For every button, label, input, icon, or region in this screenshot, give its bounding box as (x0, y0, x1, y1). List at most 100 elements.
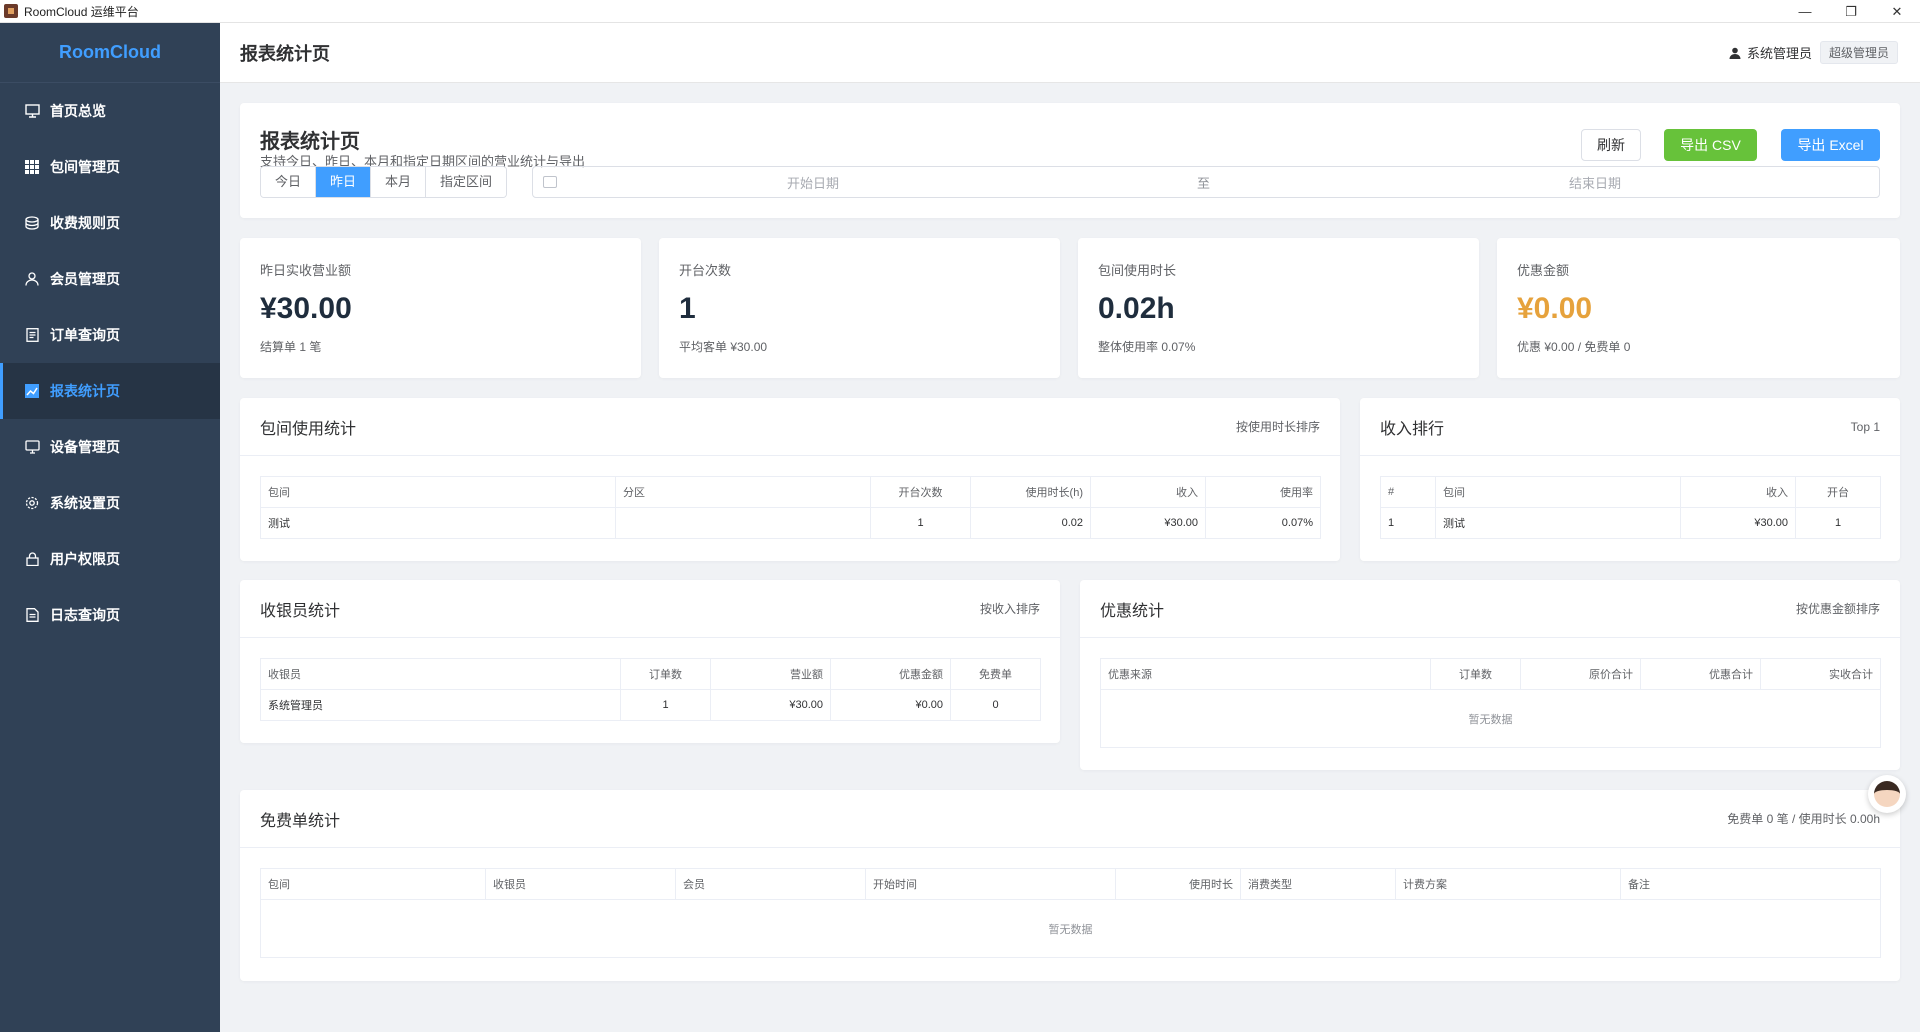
page-title: 报表统计页 (240, 43, 330, 64)
sidebar-item-devices[interactable]: 设备管理页 (0, 419, 220, 475)
column-header[interactable]: 原价合计 (1520, 658, 1641, 690)
column-header[interactable]: 收入 (1680, 476, 1796, 508)
sidebar-item-settings[interactable]: 系统设置页 (0, 475, 220, 531)
range-yesterday-button[interactable]: 昨日 (316, 167, 372, 197)
column-header[interactable]: 优惠合计 (1640, 658, 1761, 690)
export-excel-button[interactable]: 导出 Excel (1781, 129, 1880, 161)
table-header-row: 收银员 订单数 营业额 优惠金额 免费单 (260, 658, 1041, 690)
column-header[interactable]: 订单数 (620, 658, 711, 690)
column-header[interactable]: 实收合计 (1760, 658, 1881, 690)
table-cell: 0.02 (970, 507, 1091, 539)
column-header[interactable]: 包间 (260, 868, 486, 900)
end-date-input[interactable]: 结束日期 (1569, 173, 1621, 192)
stat-footnote: 整体使用率 0.07% (1098, 340, 1196, 354)
column-header[interactable]: 收银员 (260, 658, 621, 690)
column-header[interactable]: 营业额 (710, 658, 831, 690)
log-icon (24, 607, 40, 623)
sidebar-item-label: 收费规则页 (50, 215, 120, 231)
chart-icon (24, 383, 40, 399)
table-cell: 1 (870, 507, 971, 539)
sort-label[interactable]: 按收入排序 (980, 600, 1040, 617)
column-header[interactable]: 使用时长(h) (970, 476, 1091, 508)
column-header[interactable]: 收入 (1090, 476, 1206, 508)
grid-icon (24, 159, 40, 175)
column-header[interactable]: 订单数 (1430, 658, 1521, 690)
stat-value: 0.02h (1098, 292, 1175, 325)
sidebar-item-members[interactable]: 会员管理页 (0, 251, 220, 307)
sidebar-item-permissions[interactable]: 用户权限页 (0, 531, 220, 587)
sidebar-item-orders[interactable]: 订单查询页 (0, 307, 220, 363)
close-button[interactable]: ✕ (1874, 0, 1920, 23)
table-cell: ¥30.00 (1090, 507, 1206, 539)
column-header[interactable]: 计费方案 (1395, 868, 1621, 900)
panel-title: 优惠统计 (1100, 602, 1165, 620)
empty-text: 暂无数据 (1100, 689, 1881, 748)
stat-value: ¥0.00 (1517, 292, 1593, 325)
free-orders-summary: 免费单 0 笔 / 使用时长 0.00h (1727, 812, 1880, 826)
column-header[interactable]: 使用时长 (1115, 868, 1241, 900)
user-menu[interactable]: 系统管理员 超级管理员 (1729, 41, 1898, 64)
table-row[interactable]: 系统管理员 1 ¥30.00 ¥0.00 0 (260, 689, 1041, 721)
column-header[interactable]: 开台次数 (870, 476, 971, 508)
range-today-button[interactable]: 今日 (261, 167, 317, 197)
user-icon (24, 271, 40, 287)
sidebar-item-label: 首页总览 (50, 103, 106, 119)
stat-footnote: 优惠 ¥0.00 / 免费单 0 (1517, 340, 1631, 354)
sidebar-item-logs[interactable]: 日志查询页 (0, 587, 220, 643)
stat-label: 开台次数 (679, 263, 732, 278)
export-csv-button[interactable]: 导出 CSV (1664, 129, 1757, 161)
column-header[interactable]: 分区 (615, 476, 871, 508)
table-cell: 系统管理员 (260, 689, 621, 721)
sidebar-item-label: 订单查询页 (50, 327, 120, 343)
column-header[interactable]: 消费类型 (1240, 868, 1396, 900)
start-date-input[interactable]: 开始日期 (787, 173, 839, 192)
range-custom-button[interactable]: 指定区间 (426, 167, 507, 197)
column-header[interactable]: 开始时间 (865, 868, 1116, 900)
column-header[interactable]: 备注 (1620, 868, 1881, 900)
panel-title: 包间使用统计 (260, 420, 357, 438)
sidebar-item-rooms[interactable]: 包间管理页 (0, 139, 220, 195)
column-header[interactable]: 收银员 (485, 868, 676, 900)
sidebar-item-reports[interactable]: 报表统计页 (0, 363, 220, 419)
column-header[interactable]: # (1380, 476, 1436, 508)
column-header[interactable]: 优惠来源 (1100, 658, 1431, 690)
avatar-icon (1874, 781, 1900, 807)
brand-logo[interactable]: RoomCloud (0, 23, 220, 83)
sidebar-item-dashboard[interactable]: 首页总览 (0, 83, 220, 139)
table-header-row: 包间 分区 开台次数 使用时长(h) 收入 使用率 (260, 476, 1321, 508)
range-month-button[interactable]: 本月 (371, 167, 427, 197)
sidebar-item-billing-rules[interactable]: 收费规则页 (0, 195, 220, 251)
free-orders-panel: 免费单统计 免费单 0 笔 / 使用时长 0.00h 包间 收银员 会员 开始时… (240, 790, 1900, 981)
column-header[interactable]: 优惠金额 (830, 658, 951, 690)
table-cell: 1 (1380, 507, 1436, 539)
table-cell: 0 (950, 689, 1041, 721)
sidebar: RoomCloud 首页总览 包间管理页 收费规则页 会员管理页 订单查询页 报… (0, 23, 220, 1032)
lock-icon (24, 551, 40, 567)
table-row[interactable]: 1 测试 ¥30.00 1 (1380, 507, 1881, 539)
assistant-avatar-button[interactable] (1868, 775, 1906, 813)
cashier-table: 收银员 订单数 营业额 优惠金额 免费单 系统管理员 1 ¥30.00 ¥0.0… (260, 658, 1041, 721)
discount-table: 优惠来源 订单数 原价合计 优惠合计 实收合计 暂无数据 (1100, 658, 1881, 748)
column-header[interactable]: 开台 (1795, 476, 1881, 508)
table-row[interactable]: 测试 1 0.02 ¥30.00 0.07% (260, 507, 1321, 539)
window-controls: — ❐ ✕ (1782, 0, 1920, 23)
table-cell (615, 507, 871, 539)
stat-label: 优惠金额 (1517, 263, 1570, 278)
maximize-button[interactable]: ❐ (1828, 0, 1874, 23)
coins-icon (24, 215, 40, 231)
minimize-button[interactable]: — (1782, 0, 1828, 23)
window-title: RoomCloud 运维平台 (24, 4, 139, 19)
refresh-button[interactable]: 刷新 (1581, 129, 1641, 161)
column-header[interactable]: 使用率 (1205, 476, 1321, 508)
sort-label[interactable]: 按优惠金额排序 (1796, 600, 1880, 617)
column-header[interactable]: 免费单 (950, 658, 1041, 690)
column-header[interactable]: 包间 (1435, 476, 1681, 508)
window-titlebar: RoomCloud 运维平台 — ❐ ✕ (0, 0, 1920, 23)
room-usage-table: 包间 分区 开台次数 使用时长(h) 收入 使用率 测试 1 0.02 ¥30.… (260, 476, 1321, 539)
table-header-row: # 包间 收入 开台 (1380, 476, 1881, 508)
sort-label[interactable]: 按使用时长排序 (1236, 418, 1320, 435)
sidebar-item-label: 包间管理页 (50, 159, 120, 175)
date-range-picker[interactable]: 开始日期 至 结束日期 (532, 166, 1880, 198)
column-header[interactable]: 包间 (260, 476, 616, 508)
column-header[interactable]: 会员 (675, 868, 866, 900)
